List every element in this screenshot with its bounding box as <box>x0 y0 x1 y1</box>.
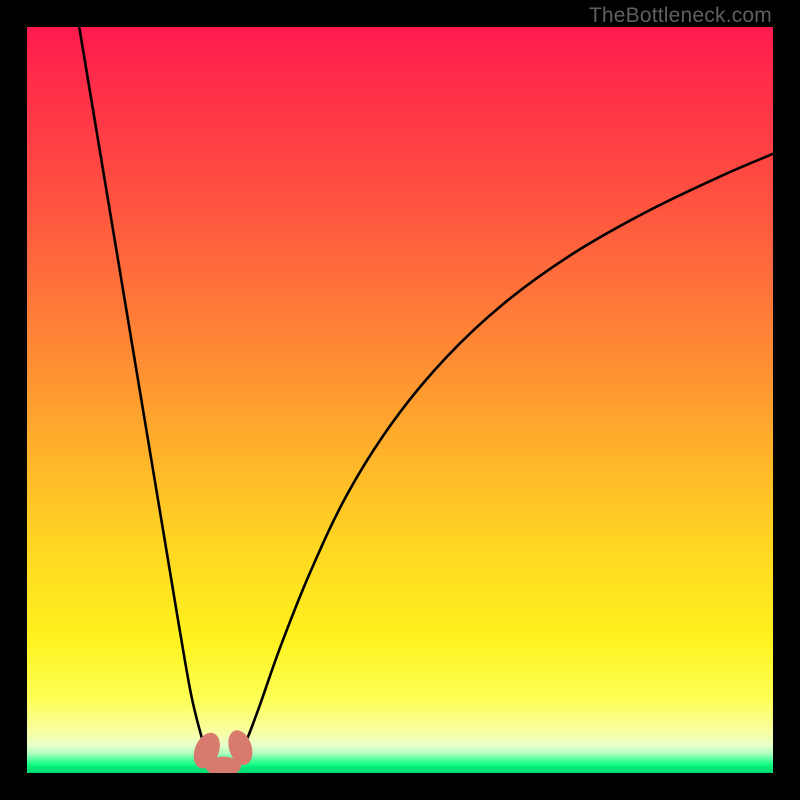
plot-area <box>27 27 773 773</box>
curve-right-branch <box>232 154 773 764</box>
watermark-text: TheBottleneck.com <box>589 4 772 28</box>
curve-overlay <box>27 27 773 773</box>
curve-left-branch <box>79 27 213 764</box>
outer-frame: TheBottleneck.com <box>0 0 800 800</box>
